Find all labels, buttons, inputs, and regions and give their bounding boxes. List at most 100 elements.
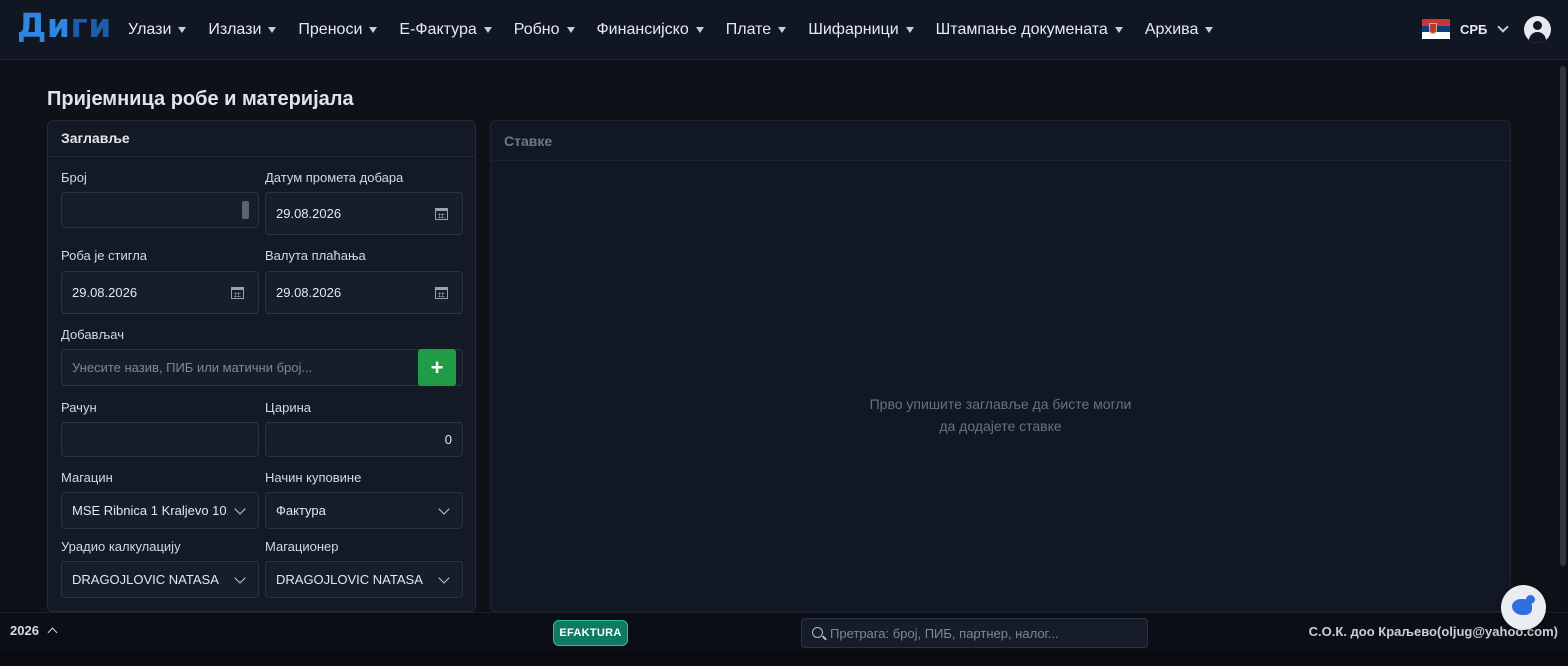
caret-down-icon (178, 27, 187, 33)
logo-text-2: ги (70, 6, 112, 45)
items-panel: Ставке Прво упишите заглавље да бисте мо… (490, 120, 1511, 612)
racun-input[interactable] (61, 422, 259, 457)
valuta-input[interactable]: 29.08.2026 (265, 271, 463, 314)
uradio-select[interactable]: DRAGOJLOVIC NATASA (61, 561, 259, 598)
datum-prometa-input[interactable]: 29.08.2026 (265, 192, 463, 235)
menu-item-4[interactable]: Робно (514, 21, 575, 39)
valuta-label: Валута плаћања (265, 248, 366, 263)
caret-down-icon (369, 27, 378, 33)
menu-item-label: Е-Фактура (399, 21, 477, 38)
number-spinner[interactable] (242, 201, 249, 219)
chat-assistant-button[interactable] (1501, 585, 1546, 630)
datum-prometa-value: 29.08.2026 (276, 206, 342, 221)
caret-down-icon (1114, 27, 1123, 33)
dobavljac-label: Добављач (61, 327, 124, 342)
uradio-label: Урадио калкулацију (61, 539, 181, 554)
dobavljac-placeholder: Унесите назив, ПИБ или матични број... (72, 360, 313, 375)
page-scrollbar[interactable] (1558, 62, 1568, 612)
menu-item-label: Робно (513, 21, 560, 38)
caret-down-icon (695, 27, 704, 33)
efaktura-badge[interactable]: EFAKTURA (553, 620, 628, 646)
user-account-icon[interactable] (1524, 16, 1551, 43)
empty-message-line-2: да додајете ставке (939, 418, 1062, 434)
calendar-icon[interactable] (231, 286, 244, 299)
chevron-down-icon (1497, 21, 1510, 33)
menu-item-0[interactable]: Улази (128, 21, 187, 39)
menu-item-7[interactable]: Шифарници (808, 21, 914, 39)
roba-stigla-label: Роба је стигла (61, 248, 148, 263)
broj-input[interactable] (61, 192, 259, 228)
logo-text-1: Ди (17, 6, 71, 45)
magacioner-value: DRAGOJLOVIC NATASA (276, 572, 423, 587)
menu-item-label: Плате (725, 21, 772, 38)
menu-item-3[interactable]: Е-Фактура (399, 21, 492, 39)
chevron-down-icon (438, 502, 450, 515)
search-icon (812, 627, 823, 638)
magacioner-label: Магационер (265, 539, 339, 554)
year-selector[interactable]: 2026 (10, 623, 58, 638)
carina-input[interactable]: 0 (265, 422, 463, 457)
caret-down-icon (905, 27, 914, 33)
menu-item-label: Штампање докумената (935, 21, 1108, 38)
broj-label: Број (61, 170, 87, 185)
menu-item-label: Излази (208, 21, 262, 38)
magacin-value: MSE Ribnica 1 Kraljevo 101( (72, 503, 228, 518)
roba-stigla-value: 29.08.2026 (72, 285, 138, 300)
chevron-down-icon (234, 502, 246, 515)
page-title: Пријемница робе и материјала (47, 88, 354, 110)
magacin-label: Магацин (61, 470, 113, 485)
menu-item-8[interactable]: Штампање докумената (936, 21, 1123, 39)
caret-down-icon (1205, 27, 1214, 33)
main-menu: Улази Излази Преноси Е-Фактура Робно Финансиј… (128, 0, 1235, 60)
menu-item-label: Архива (1144, 21, 1199, 38)
plus-icon: + (430, 354, 444, 380)
top-navbar: Диги Улази Излази Преноси Е-Фактура Робно Фин… (0, 0, 1568, 60)
menu-item-label: Финансијско (596, 21, 689, 38)
carina-label: Царина (265, 400, 312, 415)
global-search-input[interactable]: Претрага: број, ПИБ, партнер, налог... (801, 618, 1148, 648)
nacin-kupovine-select[interactable]: Фактура (265, 492, 463, 529)
chevron-down-icon (438, 571, 450, 584)
menu-item-1[interactable]: Излази (208, 21, 277, 39)
valuta-value: 29.08.2026 (276, 285, 342, 300)
header-panel-title: Заглавље (48, 121, 475, 157)
menu-item-label: Шифарници (808, 21, 899, 38)
menu-item-2[interactable]: Преноси (298, 21, 378, 39)
magacioner-select[interactable]: DRAGOJLOVIC NATASA (265, 561, 463, 598)
carina-value: 0 (444, 432, 452, 447)
app-logo[interactable]: Диги (17, 6, 112, 46)
chevron-down-icon (234, 571, 246, 584)
chevron-up-icon (47, 627, 58, 638)
scrollbar-thumb[interactable] (1560, 66, 1566, 566)
caret-down-icon (268, 27, 277, 33)
serbia-flag-icon (1422, 19, 1450, 40)
bottom-strip (0, 652, 1568, 666)
datum-prometa-label: Датум промета добара (265, 170, 404, 185)
items-empty-message: Прво упишите заглавље да бисте могли да … (491, 393, 1510, 437)
caret-down-icon (778, 27, 787, 33)
racun-label: Рачун (61, 400, 97, 415)
menu-item-9[interactable]: Архива (1145, 21, 1214, 39)
footer-bar: 2026 EFAKTURA Претрага: број, ПИБ, партн… (0, 612, 1568, 652)
add-supplier-button[interactable]: + (418, 349, 456, 386)
menu-item-5[interactable]: Финансијско (597, 21, 704, 39)
header-panel: Заглавље Број Датум промета добара 29.08… (47, 120, 476, 612)
items-panel-title: Ставке (491, 121, 1510, 161)
magacin-select[interactable]: MSE Ribnica 1 Kraljevo 101( (61, 492, 259, 529)
menu-item-label: Улази (128, 21, 172, 38)
uradio-value: DRAGOJLOVIC NATASA (72, 572, 219, 587)
nacin-kupovine-value: Фактура (276, 503, 326, 518)
dobavljac-input[interactable]: Унесите назив, ПИБ или матични број... (61, 349, 463, 386)
nacin-kupovine-label: Начин куповине (265, 470, 362, 485)
menu-item-6[interactable]: Плате (725, 21, 787, 39)
caret-down-icon (566, 27, 575, 33)
caret-down-icon (483, 27, 492, 33)
empty-message-line-1: Прво упишите заглавље да бисте могли (869, 396, 1132, 412)
language-selector[interactable]: СРБ (1422, 19, 1510, 40)
menu-item-label: Преноси (298, 21, 363, 38)
calendar-icon[interactable] (435, 286, 448, 299)
roba-stigla-input[interactable]: 29.08.2026 (61, 271, 259, 314)
calendar-icon[interactable] (435, 207, 448, 220)
year-value: 2026 (10, 623, 39, 638)
language-code: СРБ (1460, 21, 1488, 37)
